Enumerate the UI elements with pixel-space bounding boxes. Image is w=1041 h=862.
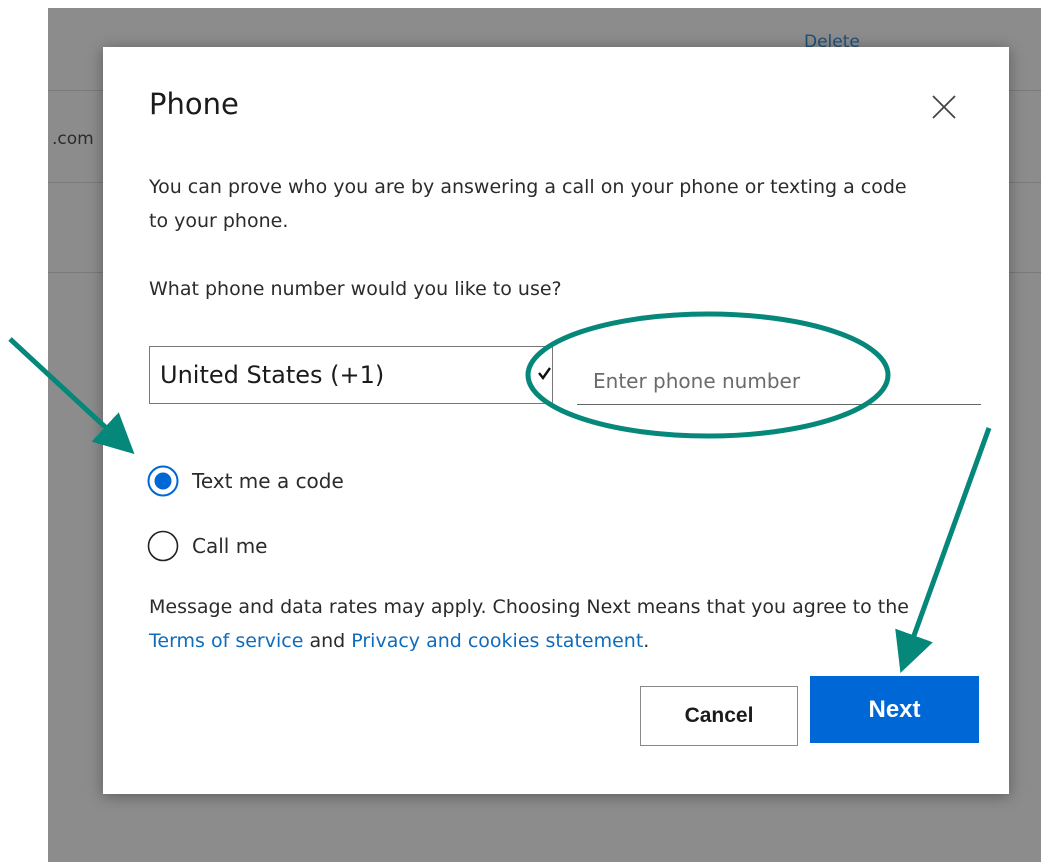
radio-label-text-me-a-code: Text me a code bbox=[192, 469, 344, 493]
chevron-down-icon bbox=[538, 367, 551, 381]
phone-number-input[interactable] bbox=[577, 357, 981, 405]
radio-text-me-a-code[interactable]: Text me a code bbox=[147, 464, 344, 498]
radio-label-call-me: Call me bbox=[192, 534, 268, 558]
page: Delete .com Phone You can prove who you … bbox=[0, 0, 1041, 862]
dialog-title: Phone bbox=[149, 87, 239, 121]
rates-notice: Message and data rates may apply. Choosi… bbox=[149, 590, 939, 658]
notice-text: . bbox=[643, 630, 650, 652]
notice-text: Message and data rates may apply. Choosi… bbox=[149, 596, 909, 618]
radio-call-me[interactable]: Call me bbox=[147, 529, 267, 563]
phone-number-question: What phone number would you like to use? bbox=[149, 278, 562, 300]
background-email-fragment: .com bbox=[52, 129, 94, 149]
privacy-statement-link[interactable]: Privacy and cookies statement bbox=[351, 630, 643, 652]
dialog-description: You can prove who you are by answering a… bbox=[149, 176, 907, 232]
close-icon bbox=[932, 95, 956, 119]
close-button[interactable] bbox=[929, 92, 959, 122]
terms-of-service-link[interactable]: Terms of service bbox=[149, 630, 303, 652]
radio-unselected-icon bbox=[147, 530, 179, 562]
country-select-value: United States (+1) bbox=[160, 361, 385, 389]
notice-text: and bbox=[303, 630, 352, 652]
next-button[interactable]: Next bbox=[810, 676, 979, 743]
phone-dialog: Phone You can prove who you are by answe… bbox=[103, 47, 1009, 794]
country-code-select[interactable]: United States (+1) bbox=[149, 346, 553, 404]
radio-selected-icon bbox=[147, 465, 179, 497]
cancel-button[interactable]: Cancel bbox=[640, 686, 798, 746]
